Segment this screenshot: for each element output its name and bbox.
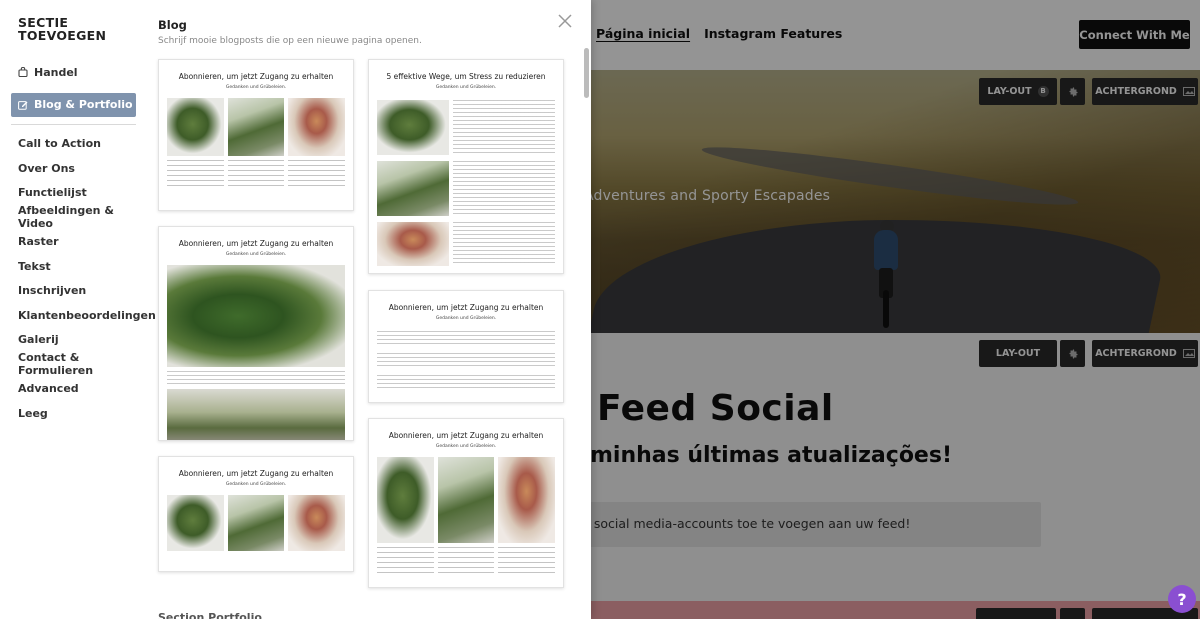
category-sidebar: SECTIE TOEVOEGEN Handel Blog & Portfolio… — [0, 0, 156, 619]
category-item-advanced[interactable]: Advanced — [11, 377, 136, 402]
panel-title: SECTIE TOEVOEGEN — [18, 16, 106, 42]
template-images — [377, 457, 556, 543]
template-subtitle: Gedanken und Grübeleien. — [225, 482, 287, 487]
template-images — [167, 495, 346, 551]
category-item-over-ons[interactable]: Over Ons — [11, 156, 136, 181]
template-card[interactable]: Abonnieren, um jetzt Zugang zu erhalten … — [158, 456, 354, 572]
template-images — [377, 100, 555, 155]
template-card[interactable]: Abonnieren, um jetzt Zugang zu erhalten … — [368, 418, 564, 588]
close-button[interactable] — [557, 13, 573, 29]
category-item-raster[interactable]: Raster — [11, 230, 136, 255]
template-card[interactable]: Abonnieren, um jetzt Zugang zu erhalten … — [158, 59, 354, 211]
category-item-blog-portfolio[interactable]: Blog & Portfolio — [11, 92, 136, 117]
template-subtitle: Gedanken und Grübeleien. — [225, 85, 287, 90]
template-card[interactable]: Abonnieren, um jetzt Zugang zu erhalten … — [158, 226, 354, 441]
template-subtitle: Gedanken und Grübeleien. — [225, 252, 287, 257]
category-label: Handel — [34, 65, 78, 79]
category-label: Blog & Portfolio — [34, 98, 133, 111]
template-subtitle: Gedanken und Grübeleien. — [435, 316, 497, 321]
scrollbar-thumb[interactable] — [584, 48, 589, 98]
help-button[interactable]: ? — [1168, 585, 1196, 613]
category-item-functielijst[interactable]: Functielijst — [11, 181, 136, 206]
template-images — [167, 98, 346, 156]
category-description: Schrijf mooie blogposts die op een nieuw… — [158, 36, 422, 46]
template-images — [167, 389, 345, 440]
template-subtitle: Gedanken und Grübeleien. — [435, 85, 497, 90]
menu-divider — [11, 123, 136, 125]
category-title: Blog — [158, 18, 187, 32]
panel-title-line2: TOEVOEGEN — [18, 28, 107, 43]
template-title: 5 effektive Wege, um Stress zu reduziere… — [386, 72, 546, 81]
template-images — [167, 265, 345, 367]
category-item-call-to-action[interactable]: Call to Action — [11, 132, 136, 157]
template-title: Abonnieren, um jetzt Zugang zu erhalten — [388, 303, 544, 312]
category-menu: Handel Blog & Portfolio Call to Action O… — [11, 60, 156, 426]
bag-icon — [18, 67, 28, 78]
template-card[interactable]: 5 effektive Wege, um Stress zu reduziere… — [368, 59, 564, 274]
template-card[interactable]: Abonnieren, um jetzt Zugang zu erhalten … — [368, 290, 564, 403]
template-images — [377, 161, 555, 216]
close-icon — [558, 14, 572, 28]
category-item-galerij[interactable]: Galerij — [11, 328, 136, 353]
template-title: Abonnieren, um jetzt Zugang zu erhalten — [178, 239, 334, 248]
add-section-panel: SECTIE TOEVOEGEN Handel Blog & Portfolio… — [0, 0, 591, 619]
category-item-leeg[interactable]: Leeg — [11, 401, 136, 426]
category-item-inschrijven[interactable]: Inschrijven — [11, 279, 136, 304]
template-title: Abonnieren, um jetzt Zugang zu erhalten — [178, 469, 334, 478]
category-item-tekst[interactable]: Tekst — [11, 254, 136, 279]
category-item-klantenbeoordelingen[interactable]: Klantenbeoordelingen — [11, 303, 156, 328]
category-item-handel[interactable]: Handel — [11, 60, 136, 85]
category-item-afbeeldingen-video[interactable]: Afbeeldingen & Video — [11, 204, 136, 230]
template-images — [377, 222, 555, 266]
template-title: Abonnieren, um jetzt Zugang zu erhalten — [178, 72, 334, 81]
template-title: Abonnieren, um jetzt Zugang zu erhalten — [388, 431, 544, 440]
category-item-contact-formulieren[interactable]: Contact & Formulieren — [11, 351, 136, 377]
template-gallery: Blog Schrijf mooie blogposts die op een … — [147, 0, 591, 619]
section-portfolio-heading: Section Portfolio — [158, 611, 262, 619]
template-subtitle: Gedanken und Grübeleien. — [435, 444, 497, 449]
edit-icon — [18, 100, 28, 110]
